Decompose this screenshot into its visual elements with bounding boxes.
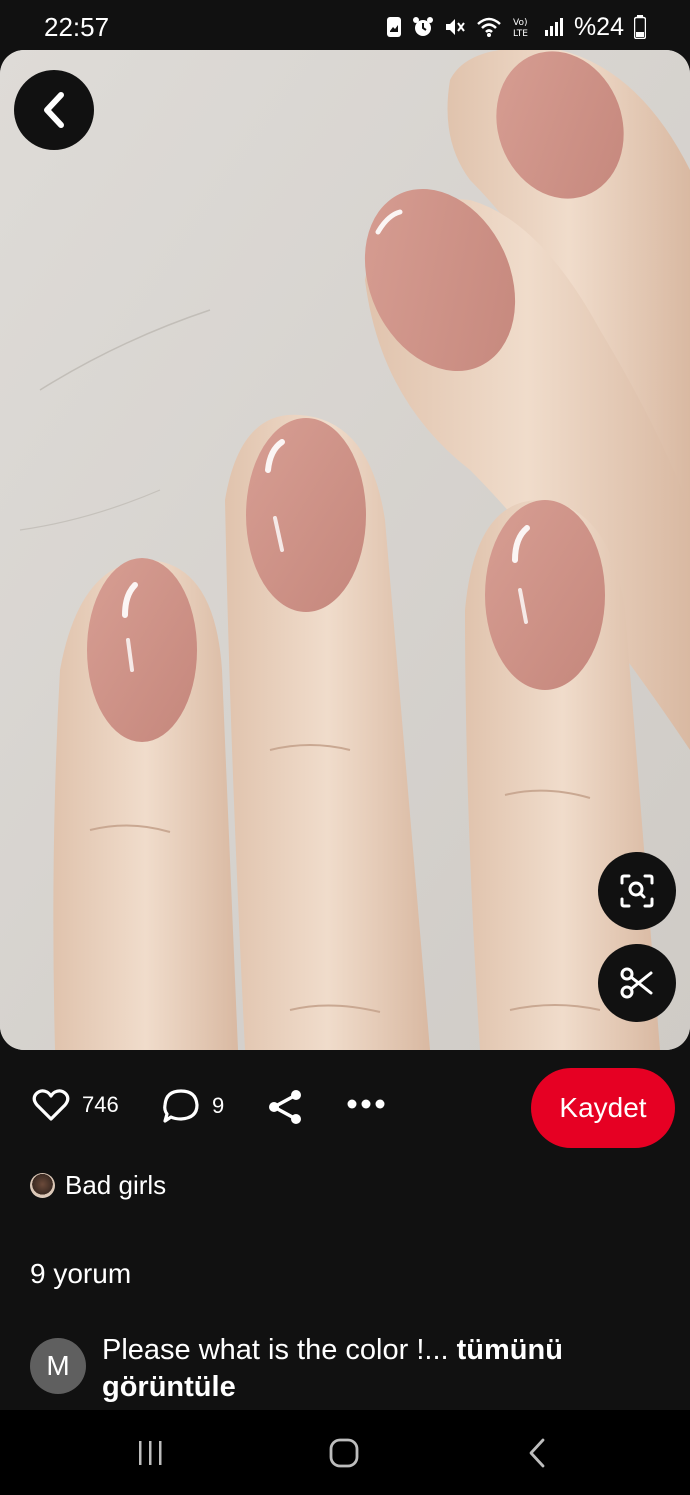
heart-icon (32, 1089, 70, 1121)
battery-text: %24 (573, 12, 624, 41)
comment-button[interactable]: 9 (162, 1088, 224, 1124)
photo-icon (386, 17, 401, 37)
visual-search-button[interactable] (598, 852, 676, 930)
status-time: 22:57 (44, 12, 110, 42)
chevron-left-icon (44, 92, 64, 128)
board-name: Bad girls (65, 1170, 167, 1200)
comments-title: 9 yorum (30, 1258, 132, 1289)
comment-avatar[interactable]: M (30, 1338, 86, 1394)
comment-count: 9 (212, 1093, 225, 1118)
save-button[interactable]: Kaydet (531, 1068, 675, 1148)
signal-icon (544, 18, 563, 36)
status-icons: Vo) LTE %24 (386, 12, 646, 42)
board-link[interactable]: Bad girls (30, 1170, 166, 1201)
like-button[interactable]: 746 (32, 1088, 119, 1122)
share-icon (269, 1090, 301, 1124)
alarm-icon (412, 17, 433, 36)
cutout-button[interactable] (598, 944, 676, 1022)
back-button[interactable] (14, 70, 94, 150)
recent-apps-button[interactable] (130, 1436, 170, 1470)
svg-text:Vo): Vo) (513, 18, 527, 28)
home-button[interactable] (324, 1436, 364, 1470)
system-nav-bar (0, 1410, 690, 1495)
pin-image[interactable] (0, 50, 690, 1050)
visual-search-icon (620, 874, 654, 908)
comment-bubble-icon (163, 1089, 199, 1123)
comment-text: Please what is the color !... tümünü gör… (102, 1332, 662, 1406)
scissors-icon (620, 967, 653, 999)
nail-polish-photo (0, 50, 690, 1050)
mute-icon (445, 19, 465, 35)
more-options-button[interactable] (346, 1098, 386, 1110)
board-avatar (30, 1173, 55, 1198)
system-back-button[interactable] (518, 1436, 558, 1470)
share-button[interactable] (266, 1088, 304, 1126)
svg-text:LTE: LTE (513, 29, 528, 39)
comment-body: Please what is the color !... (102, 1334, 449, 1366)
like-count: 746 (82, 1092, 119, 1117)
status-bar: 22:57 Vo) LTE %24 (0, 0, 690, 52)
wifi-icon (477, 17, 501, 37)
action-row: 746 9 Kaydet (0, 1068, 690, 1148)
recent-apps-icon (139, 1441, 162, 1465)
back-icon (529, 1438, 545, 1468)
home-icon (329, 1438, 359, 1468)
volte-icon: Vo) LTE (513, 18, 528, 39)
battery-icon (634, 15, 646, 39)
more-dots-icon (347, 1099, 385, 1109)
